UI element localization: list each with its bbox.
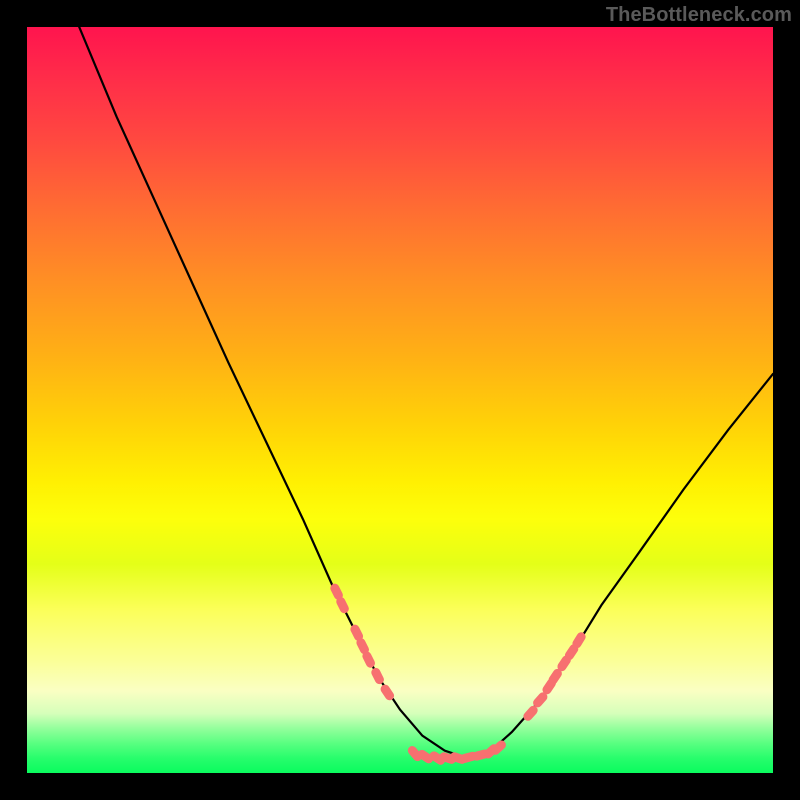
curves-layer [27, 27, 773, 773]
bottleneck-curve [79, 27, 773, 758]
plot-area [27, 27, 773, 773]
watermark-text: TheBottleneck.com [606, 4, 792, 27]
marker-group [329, 582, 588, 766]
